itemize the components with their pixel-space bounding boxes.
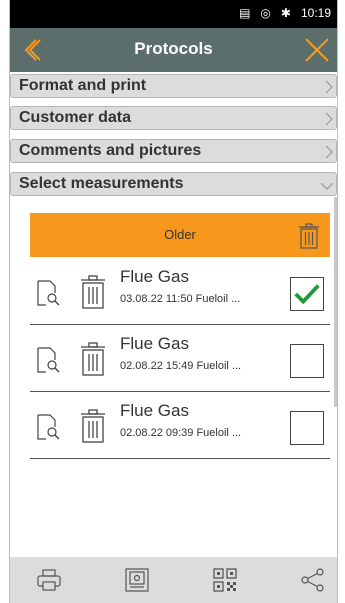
wifi-icon: ◎ (260, 6, 271, 20)
app-bar: Protocols (10, 28, 337, 72)
view-document-icon[interactable] (36, 414, 60, 440)
bottom-toolbar (10, 557, 337, 603)
trash-icon[interactable] (80, 409, 106, 443)
status-bar: ▤ ◎ ✱ 10:19 (10, 0, 337, 28)
left-frame (0, 0, 10, 603)
close-icon[interactable] (303, 36, 331, 64)
measurement-meta: 02.08.22 15:49 Fueloil ... (120, 360, 242, 372)
chevron-down-icon (320, 182, 334, 190)
bluetooth-icon: ✱ (280, 6, 291, 20)
measurement-name: Flue Gas (120, 401, 189, 420)
print-icon[interactable] (36, 567, 62, 593)
sim-icon: ▤ (239, 6, 251, 20)
measurements-panel: Older Flue Gas 03.08.22 11:50 Fueloil ..… (10, 197, 337, 557)
section-label: Select measurements (19, 175, 184, 192)
older-label: Older (164, 227, 196, 242)
trash-icon[interactable] (80, 342, 106, 376)
page-title: Protocols (134, 39, 213, 58)
measurement-meta: 03.08.22 11:50 Fueloil ... (120, 293, 241, 305)
status-time: 10:19 (300, 6, 331, 20)
chevron-right-icon (325, 80, 333, 94)
checkmark-icon (294, 284, 320, 305)
older-group-header[interactable]: Older (30, 213, 330, 257)
section-label: Format and print (19, 77, 147, 94)
chevron-right-icon (325, 112, 333, 126)
chevron-right-icon (325, 145, 333, 159)
right-frame (337, 0, 345, 603)
section-format-and-print[interactable]: Format and print (10, 74, 337, 98)
phone-screen: ▤ ◎ ✱ 10:19 Protocols Format and print C… (10, 0, 337, 603)
section-comments-and-pictures[interactable]: Comments and pictures (10, 139, 337, 163)
screen: ▤ ◎ ✱ 10:19 Protocols Format and print C… (0, 0, 345, 603)
measurement-row: Flue Gas 03.08.22 11:50 Fueloil ... (30, 259, 330, 325)
qr-code-icon[interactable] (212, 567, 238, 593)
trash-icon[interactable] (298, 223, 320, 249)
section-select-measurements[interactable]: Select measurements (10, 172, 337, 196)
measurement-checkbox[interactable] (290, 411, 324, 445)
measurement-row: Flue Gas 02.08.22 15:49 Fueloil ... (30, 326, 330, 392)
section-customer-data[interactable]: Customer data (10, 106, 337, 130)
measurement-checkbox-checked[interactable] (290, 277, 324, 311)
measurement-name: Flue Gas (120, 334, 189, 353)
view-document-icon[interactable] (36, 280, 60, 306)
measurement-checkbox[interactable] (290, 344, 324, 378)
share-icon[interactable] (300, 567, 326, 593)
measurement-name: Flue Gas (120, 267, 189, 286)
section-label: Customer data (19, 109, 132, 126)
view-document-icon[interactable] (36, 347, 60, 373)
measurement-row: Flue Gas 02.08.22 09:39 Fueloil ... (30, 393, 330, 459)
scrollbar[interactable] (334, 197, 337, 407)
section-label: Comments and pictures (19, 142, 202, 159)
trash-icon[interactable] (80, 275, 106, 309)
measurement-meta: 02.08.22 09:39 Fueloil ... (120, 427, 242, 439)
save-icon[interactable] (124, 567, 150, 593)
